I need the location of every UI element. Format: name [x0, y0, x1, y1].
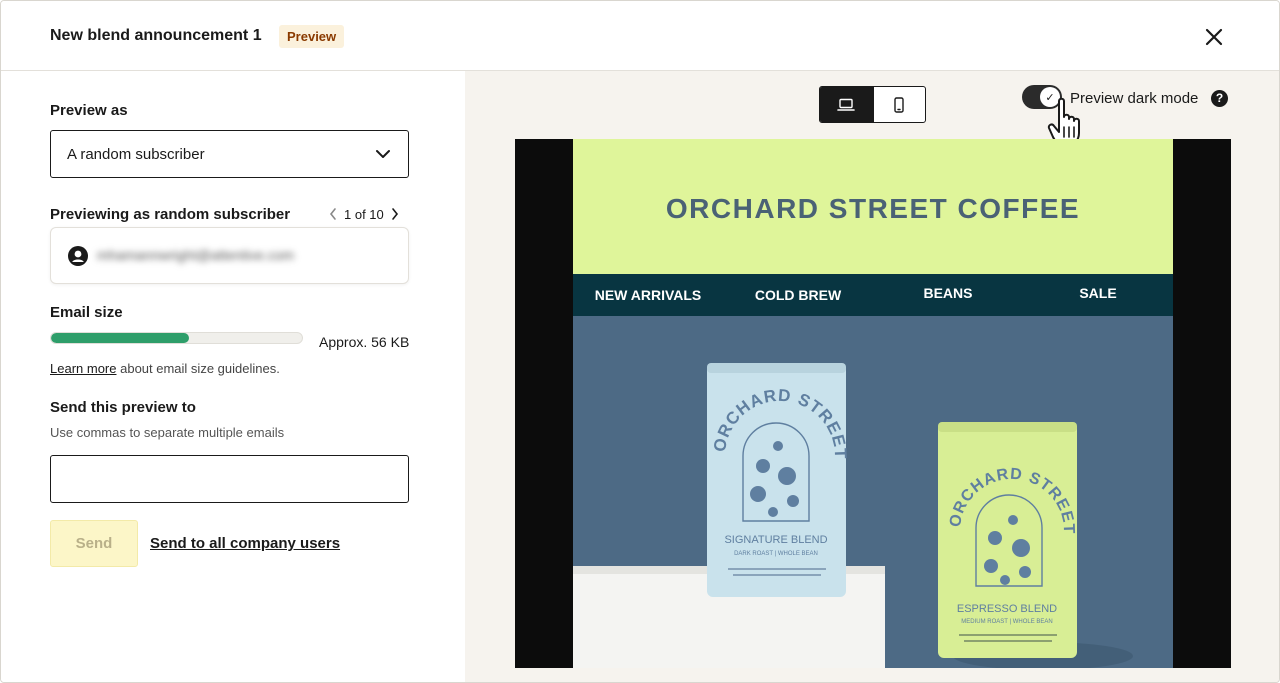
- chevron-down-icon: [376, 150, 390, 158]
- subscriber-card: mhamannwright@attentive.com: [50, 227, 409, 284]
- settings-panel: Preview as A random subscriber Previewin…: [1, 71, 465, 682]
- email-banner: ORCHARD STREET COFFEE: [573, 139, 1173, 274]
- size-guidelines-text: Learn more about email size guidelines.: [50, 361, 280, 376]
- close-button[interactable]: [1200, 23, 1228, 51]
- email-size-fill: [51, 333, 190, 343]
- laptop-icon: [837, 98, 856, 111]
- email-nav-new-arrivals[interactable]: NEW ARRIVALS: [573, 287, 723, 303]
- next-subscriber-button[interactable]: [388, 205, 402, 223]
- email-size-value: Approx. 56 KB: [319, 334, 410, 350]
- email-hero-image: ORCHARD STREET COFFEE SIGNATURE BLEND DA…: [573, 316, 1173, 668]
- send-to-all-users-link[interactable]: Send to all company users: [150, 535, 340, 552]
- chevron-left-icon: [329, 208, 336, 220]
- send-button[interactable]: Send: [50, 520, 138, 567]
- page-title: New blend announcement 1: [50, 27, 262, 44]
- preview-badge: Preview: [279, 25, 345, 48]
- preview-as-value: A random subscriber: [67, 146, 205, 163]
- preview-panel: ✓ Preview dark mode ? ORCHARD STREET COF…: [465, 71, 1279, 682]
- bag-right-roast: MEDIUM ROAST | WHOLE BEAN: [961, 619, 1052, 625]
- preview-modal: New blend announcement 1 Preview Preview…: [0, 0, 1280, 683]
- question-icon[interactable]: ?: [1211, 90, 1228, 107]
- bag-right-name: ESPRESSO BLEND: [957, 603, 1057, 615]
- chevron-right-icon: [391, 208, 398, 220]
- dark-mode-toggle[interactable]: ✓: [1022, 85, 1062, 109]
- email-size-label: Email size: [50, 304, 123, 321]
- pager-count: 1 of 10: [344, 206, 384, 222]
- bag-left-name: SIGNATURE BLEND: [724, 534, 827, 546]
- device-toggle: [819, 86, 926, 123]
- desktop-view-button[interactable]: [820, 87, 873, 122]
- user-circle-icon: [68, 246, 88, 266]
- mobile-view-button[interactable]: [872, 87, 926, 122]
- email-nav-sale[interactable]: SALE: [1023, 285, 1173, 301]
- email-nav-cold-brew[interactable]: COLD BREW: [723, 287, 873, 303]
- send-preview-hint: Use commas to separate multiple emails: [50, 425, 285, 440]
- email-nav-beans[interactable]: BEANS: [873, 285, 1023, 301]
- previewing-label: Previewing as random subscriber: [50, 206, 291, 223]
- preview-as-select[interactable]: A random subscriber: [50, 130, 409, 178]
- prev-subscriber-button[interactable]: [326, 205, 340, 223]
- subscriber-pager: 1 of 10: [326, 205, 402, 223]
- learn-more-link[interactable]: Learn more: [50, 361, 116, 376]
- send-preview-email-input[interactable]: [50, 455, 409, 503]
- email-brand-title: ORCHARD STREET COFFEE: [665, 193, 1081, 224]
- coffee-bags-illustration: ORCHARD STREET COFFEE SIGNATURE BLEND DA…: [573, 316, 1133, 668]
- subscriber-email: mhamannwright@attentive.com: [97, 247, 295, 263]
- email-nav: NEW ARRIVALS COLD BREW BEANS SALE: [573, 274, 1173, 316]
- dark-mode-label: Preview dark mode: [1070, 90, 1199, 107]
- bag-left-roast: DARK ROAST | WHOLE BEAN: [734, 551, 818, 557]
- check-icon: ✓: [1040, 87, 1060, 107]
- email-size-bar: [50, 332, 303, 344]
- email-preview-frame: ORCHARD STREET COFFEE NEW ARRIVALS COLD …: [515, 139, 1231, 668]
- phone-icon: [894, 96, 904, 113]
- preview-as-label: Preview as: [50, 102, 128, 119]
- send-preview-label: Send this preview to: [50, 399, 196, 416]
- bag-signature-blend: ORCHARD STREET COFFEE SIGNATURE BLEND DA…: [573, 316, 849, 597]
- learn-more-suffix: about email size guidelines.: [120, 361, 280, 376]
- modal-header: New blend announcement 1 Preview: [1, 1, 1279, 71]
- email-content: ORCHARD STREET COFFEE NEW ARRIVALS COLD …: [573, 139, 1173, 668]
- close-icon: [1205, 28, 1223, 46]
